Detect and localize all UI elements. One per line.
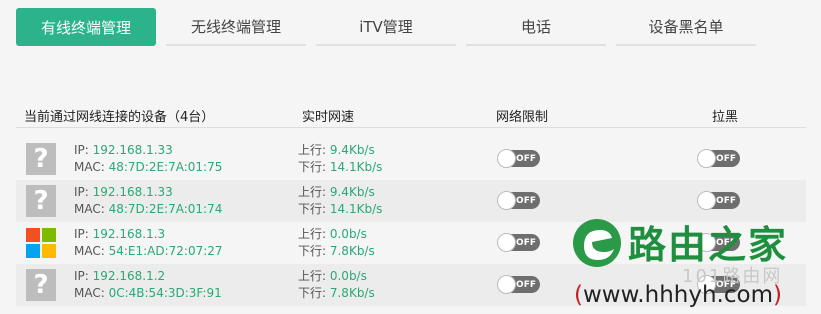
upload-value: 0.0b/s <box>329 269 367 283</box>
download-label: 下行: <box>298 244 330 258</box>
download-label: 下行: <box>298 202 330 216</box>
tab-bar: 有线终端管理 无线终端管理 iTV管理 电话 设备黑名单 <box>16 8 811 48</box>
download-value: 7.8Kb/s <box>329 286 375 300</box>
toggle-knob <box>497 191 516 210</box>
header-speed: 实时网速 <box>302 110 355 125</box>
toggle-knob <box>497 233 516 252</box>
toggle-state: OFF <box>716 153 736 164</box>
mac-value: 54:E1:AD:72:07:27 <box>108 244 223 258</box>
download-value: 14.1Kb/s <box>329 202 383 216</box>
upload-value: 9.4Kb/s <box>329 185 375 199</box>
tab-wired-devices[interactable]: 有线终端管理 <box>16 8 156 46</box>
mac-value: 48:7D:2E:7A:01:74 <box>108 202 223 216</box>
upload-label: 上行: <box>298 269 330 283</box>
mac-label: MAC: <box>74 202 109 216</box>
ip-label: IP: <box>74 143 93 157</box>
device-info: IP: 192.168.1.33 MAC: 48:7D:2E:7A:01:74 <box>74 184 222 218</box>
ip-label: IP: <box>74 269 93 283</box>
tab-phone[interactable]: 电话 <box>466 8 606 46</box>
device-info: IP: 192.168.1.2 MAC: 0C:4B:54:3D:3F:91 <box>74 268 222 302</box>
ip-value: 192.168.1.33 <box>92 185 173 199</box>
speed-info: 上行: 0.0b/s 下行: 7.8Kb/s <box>298 226 375 260</box>
toggle-state: OFF <box>516 195 536 206</box>
watermark-url: (www.hhhyh.com) <box>574 282 782 308</box>
mac-value: 0C:4B:54:3D:3F:91 <box>108 286 222 300</box>
download-value: 7.8Kb/s <box>329 244 375 258</box>
ip-label: IP: <box>74 227 93 241</box>
toggle-knob <box>697 149 716 168</box>
download-value: 14.1Kb/s <box>329 160 383 174</box>
blacklist-toggle[interactable]: OFF <box>697 191 740 210</box>
upload-label: 上行: <box>298 143 330 157</box>
unknown-device-icon: ? <box>26 269 56 301</box>
toggle-knob <box>497 275 516 294</box>
speed-info: 上行: 9.4Kb/s 下行: 14.1Kb/s <box>298 142 382 176</box>
windows-logo-icon <box>26 228 56 258</box>
network-limit-toggle[interactable]: OFF <box>497 191 540 210</box>
table-row: ? IP: 192.168.1.33 MAC: 48:7D:2E:7A:01:7… <box>16 138 806 180</box>
unknown-device-icon: ? <box>26 143 56 175</box>
header-limit: 网络限制 <box>496 110 549 125</box>
speed-info: 上行: 9.4Kb/s 下行: 14.1Kb/s <box>298 184 382 218</box>
header-devices: 当前通过网线连接的设备（4台） <box>24 110 215 125</box>
upload-value: 0.0b/s <box>329 227 367 241</box>
watermark-url-text: www.hhhyh.com <box>582 282 773 308</box>
toggle-knob <box>497 149 516 168</box>
mac-label: MAC: <box>74 244 109 258</box>
ip-value: 192.168.1.2 <box>92 269 166 283</box>
device-info: IP: 192.168.1.33 MAC: 48:7D:2E:7A:01:75 <box>74 142 222 176</box>
network-limit-toggle[interactable]: OFF <box>497 275 540 294</box>
network-limit-toggle[interactable]: OFF <box>497 149 540 168</box>
tab-itv[interactable]: iTV管理 <box>316 8 456 46</box>
unknown-device-icon: ? <box>26 185 56 217</box>
speed-info: 上行: 0.0b/s 下行: 7.8Kb/s <box>298 268 375 302</box>
mac-label: MAC: <box>74 286 109 300</box>
network-limit-toggle[interactable]: OFF <box>497 233 540 252</box>
watermark-title: 路由之家 <box>628 223 789 267</box>
download-label: 下行: <box>298 160 330 174</box>
ip-label: IP: <box>74 185 93 199</box>
download-label: 下行: <box>298 286 330 300</box>
watermark-paren-open: ( <box>574 282 583 308</box>
upload-label: 上行: <box>298 185 330 199</box>
ip-value: 192.168.1.33 <box>92 143 173 157</box>
table-header: 当前通过网线连接的设备（4台） 实时网速 网络限制 拉黑 <box>16 106 806 128</box>
toggle-state: OFF <box>716 195 736 206</box>
toggle-state: OFF <box>516 237 536 248</box>
watermark-logo-icon <box>573 219 621 267</box>
upload-value: 9.4Kb/s <box>329 143 375 157</box>
tab-wireless-devices[interactable]: 无线终端管理 <box>166 8 306 46</box>
toggle-state: OFF <box>516 153 536 164</box>
ip-value: 192.168.1.3 <box>92 227 166 241</box>
mac-label: MAC: <box>74 160 109 174</box>
device-info: IP: 192.168.1.3 MAC: 54:E1:AD:72:07:27 <box>74 226 223 260</box>
toggle-state: OFF <box>516 279 536 290</box>
upload-label: 上行: <box>298 227 330 241</box>
watermark-paren-close: ) <box>772 282 782 308</box>
windows-logo-icon <box>26 227 56 259</box>
toggle-knob <box>697 191 716 210</box>
header-blacklist: 拉黑 <box>712 110 739 125</box>
blacklist-toggle[interactable]: OFF <box>697 149 740 168</box>
mac-value: 48:7D:2E:7A:01:75 <box>108 160 223 174</box>
tab-blacklist[interactable]: 设备黑名单 <box>616 8 756 46</box>
